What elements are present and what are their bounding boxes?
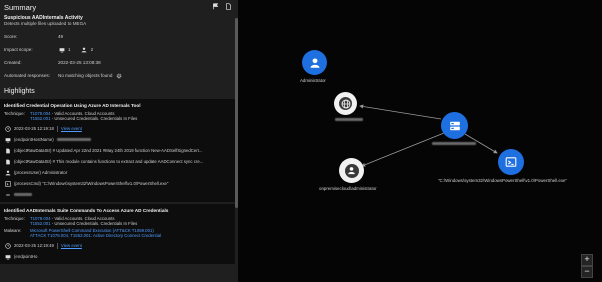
event-field-text: (objectRawDataStr) # Updated Apr 22nd 20…	[14, 148, 203, 153]
link-icon	[4, 191, 11, 198]
malware-label: Malware:	[4, 228, 22, 233]
highlights-title: Highlights	[4, 88, 35, 95]
automated-label: Automated responses:	[4, 73, 50, 78]
zoom-in-button[interactable]: +	[581, 254, 593, 266]
header-actions	[212, 3, 232, 10]
score-label: Score:	[4, 34, 18, 39]
flag-icon[interactable]	[212, 3, 219, 10]
technique-desc: - Unsecured Credentials. Credentials In …	[50, 221, 138, 226]
user-icon	[4, 169, 11, 176]
document-icon[interactable]	[225, 3, 232, 10]
event-time-row: 2022-03-25 12:19:49 View event	[4, 241, 231, 250]
event-timestamp: 2022-03-25 12:19:49	[14, 243, 54, 248]
event-field-text: (endpointHostName)	[14, 137, 54, 142]
view-event-link[interactable]: View event	[61, 243, 82, 248]
panel-title: Summary	[4, 3, 37, 12]
event-field: (processUser) Administrator	[4, 168, 231, 177]
terminal-icon	[505, 157, 517, 167]
impact-values: 1 2	[58, 46, 93, 53]
clock-icon	[4, 242, 11, 249]
technique-link[interactable]: T1552.001	[30, 116, 51, 121]
technique-label: Technique:	[4, 111, 25, 116]
host-icon	[4, 253, 11, 260]
graph-node-server[interactable]	[441, 112, 468, 139]
gear-icon[interactable]	[115, 72, 122, 79]
highlight-card: Identified AADInternals Suite Commands T…	[0, 204, 235, 264]
event-field-text: (objectRawDataStr) # This module contain…	[14, 159, 204, 164]
host-icon	[58, 46, 65, 53]
node-label-administrator: Administrator	[300, 78, 326, 83]
graph-node-onprem-user[interactable]	[339, 158, 364, 183]
event-field: (objectRawDataStr) # This module contain…	[4, 157, 231, 166]
graph-node-powershell[interactable]	[498, 149, 524, 175]
graph-edges	[359, 104, 498, 167]
technique-row: Technique: T1078.004 - Valid Accounts. C…	[4, 111, 231, 121]
view-event-link[interactable]: View event	[61, 126, 82, 131]
user-icon	[310, 57, 319, 68]
technique-row: Technique: T1078.004 - Valid Accounts. C…	[4, 216, 231, 226]
event-field: (processCmd) "C:\Windows\system32\Window…	[4, 179, 231, 188]
event-field-text: (endpointHo	[14, 254, 38, 259]
event-field-text: (processUser) Administrator	[14, 170, 68, 175]
impact-label: Impact scope:	[4, 47, 33, 52]
automated-row: Automated responses: No matching objects…	[4, 72, 232, 79]
event-field-redacted	[4, 190, 231, 199]
relationship-graph[interactable]: Administrator onpremisecloud\administrat…	[238, 0, 602, 282]
event-field-text: (processCmd) "C:\Windows\system32\Window…	[14, 181, 169, 186]
alert-details-panel: Summary Suspicious AADInternals Activity…	[0, 0, 238, 282]
alert-description: Detects multiple files uploaded to MEGA	[4, 21, 87, 26]
automated-value: No matching objects found	[58, 73, 113, 78]
graph-node-globe[interactable]	[334, 92, 357, 115]
score-value: 49	[58, 34, 64, 39]
node-label-powershell: "C:\Windows\system32\WindowsPowerShell\v…	[438, 178, 568, 183]
malware-link[interactable]: ATTACK T1078.004, T1552.001: Active Dire…	[30, 233, 161, 238]
technique-link[interactable]: T1552.001	[30, 221, 51, 226]
zoom-out-button[interactable]: −	[581, 266, 593, 278]
malware-row: Malware: Microsoft PowerShell Command Ex…	[4, 228, 231, 238]
impact-hosts[interactable]: 1	[68, 47, 71, 52]
event-field: (objectRawDataStr) # Updated Apr 22nd 20…	[4, 146, 231, 155]
event-field: (endpointHostName)	[4, 135, 231, 144]
created-label: Created:	[4, 60, 22, 65]
impact-row: Impact scope: 1 2	[4, 46, 232, 53]
host-icon	[4, 136, 11, 143]
node-label-onprem-user: onpremisecloud\administrator	[319, 186, 377, 191]
file-icon	[4, 158, 11, 165]
highlight-title: Identified Credential Operation Using Az…	[4, 103, 141, 108]
technique-label: Technique:	[4, 216, 25, 221]
user-icon	[81, 46, 88, 53]
event-time-row: 2022-03-25 12:19:18 View event	[4, 124, 231, 133]
created-value: 2022-03-25 13:08:38	[58, 60, 101, 65]
server-icon	[449, 121, 460, 130]
highlight-card: Identified Credential Operation Using Az…	[0, 99, 235, 202]
created-row: Created: 2022-03-25 13:08:38	[4, 60, 232, 65]
redacted-value	[14, 193, 32, 196]
impact-users[interactable]: 2	[91, 47, 94, 52]
redacted-value	[56, 138, 91, 141]
highlight-title: Identified AADInternals Suite Commands T…	[4, 208, 169, 213]
clock-icon	[4, 125, 11, 132]
summary-header: Summary Suspicious AADInternals Activity…	[0, 0, 238, 79]
technique-desc: - Unsecured Credentials. Credentials In …	[50, 116, 138, 121]
redacted-node-label	[335, 118, 363, 121]
terminal-icon	[4, 180, 11, 187]
score-row: Score: 49	[4, 34, 232, 39]
globe-icon	[339, 97, 352, 110]
event-field: (endpointHo	[4, 252, 231, 261]
graph-edge	[359, 104, 442, 120]
user-icon	[344, 163, 359, 178]
event-timestamp: 2022-03-25 12:19:18	[14, 126, 54, 131]
redacted-node-label	[432, 142, 476, 145]
graph-node-administrator[interactable]	[302, 50, 327, 75]
graph-edge	[361, 132, 445, 167]
file-icon	[4, 147, 11, 154]
